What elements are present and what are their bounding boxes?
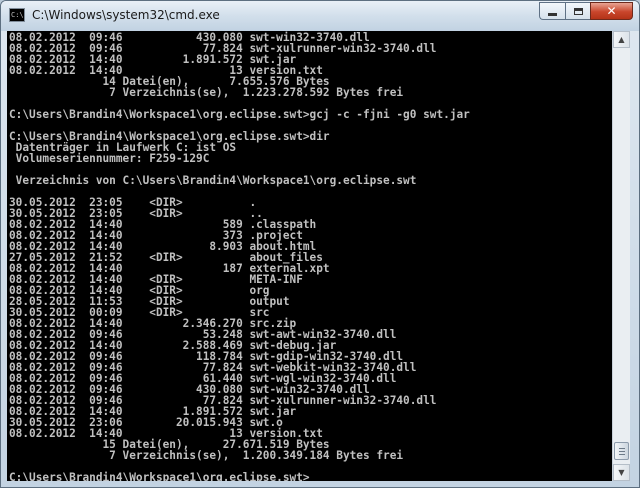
close-button[interactable]: ✕ <box>590 2 633 20</box>
console-output[interactable]: 08.02.2012 09:46 430.080 swt-win32-3740.… <box>7 31 612 481</box>
console-line: C:\Users\Brandin4\Workspace1\org.eclipse… <box>9 108 470 121</box>
triangle-up-icon: ▲ <box>618 34 625 44</box>
cmd-app-icon[interactable]: C:\ <box>9 8 25 22</box>
console-text: 08.02.2012 09:46 430.080 swt-win32-3740.… <box>9 32 470 481</box>
vertical-scrollbar[interactable]: ▲ ▼ <box>612 31 630 481</box>
title-bar[interactable]: C:\ C:\Windows\system32\cmd.exe ✕ <box>1 1 639 31</box>
console-window: C:\ C:\Windows\system32\cmd.exe ✕ 08.02.… <box>0 0 640 488</box>
console-line: C:\Users\Brandin4\Workspace1\org.eclipse… <box>9 471 310 481</box>
window-title: C:\Windows\system32\cmd.exe <box>32 8 220 22</box>
triangle-down-icon: ▼ <box>618 467 625 477</box>
minimize-button[interactable] <box>539 2 565 20</box>
scroll-thumb[interactable] <box>614 442 629 460</box>
grip-line <box>619 451 625 452</box>
console-line: Verzeichnis von C:\Users\Brandin4\Worksp… <box>9 174 417 187</box>
console-line: 7 Verzeichnis(se), 1.223.278.592 Bytes f… <box>9 86 404 99</box>
close-icon: ✕ <box>606 4 617 18</box>
scroll-track[interactable] <box>613 48 630 464</box>
grip-line <box>619 454 625 455</box>
maximize-button[interactable] <box>565 2 590 20</box>
scroll-down-button[interactable]: ▼ <box>613 464 630 481</box>
window-controls: ✕ <box>539 2 633 21</box>
console-line: 7 Verzeichnis(se), 1.200.349.184 Bytes f… <box>9 449 404 462</box>
maximize-icon <box>573 7 583 15</box>
scroll-up-button[interactable]: ▲ <box>613 31 630 48</box>
minimize-icon <box>548 12 557 16</box>
console-line: Volumeseriennummer: F259-129C <box>9 152 210 165</box>
grip-line <box>619 448 625 449</box>
